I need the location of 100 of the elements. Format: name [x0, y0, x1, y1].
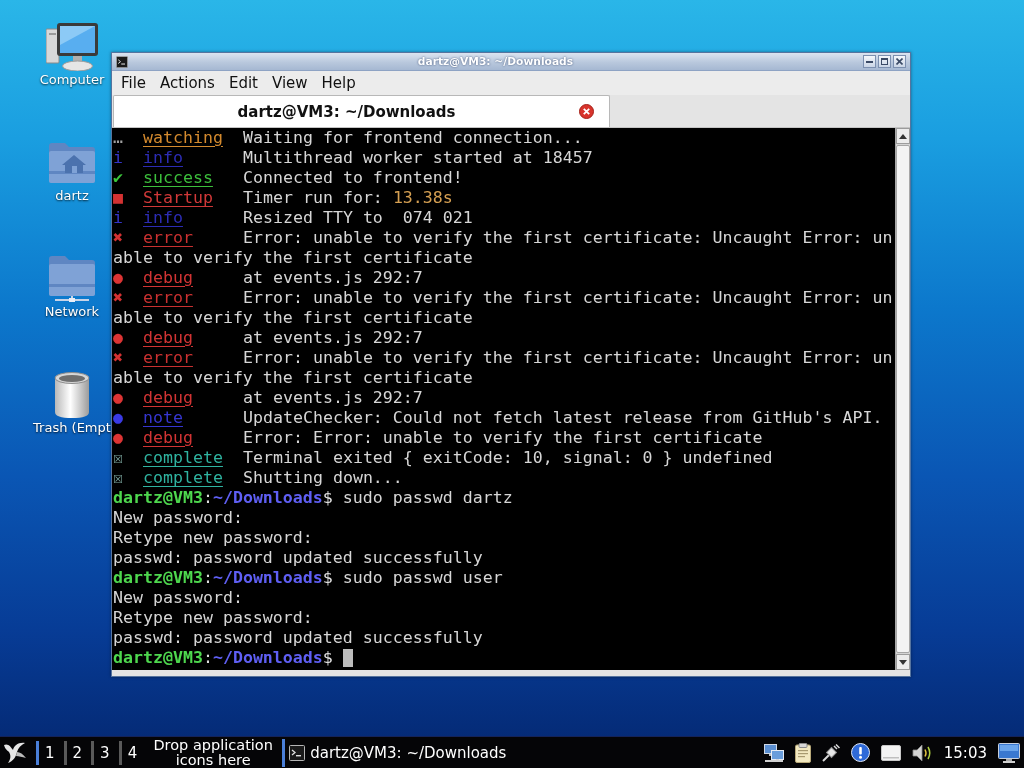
desktop-icon-label[interactable]: Network: [44, 304, 100, 320]
speaker-icon[interactable]: [911, 743, 932, 762]
log-tag: info: [143, 208, 183, 228]
prompt-separator: :: [202, 488, 213, 508]
monitor-icon[interactable]: [998, 742, 1020, 763]
task-button[interactable]: dartz@VM3: ~/Downloads: [282, 738, 511, 767]
output-text: Retype new password:: [113, 608, 313, 628]
dot-icon: ●: [113, 269, 123, 287]
output-text: able to verify the first certificate: [113, 308, 473, 328]
menu-item[interactable]: Help: [314, 73, 363, 93]
output-text: New password:: [113, 588, 243, 608]
prompt-path: ~/Downloads: [212, 648, 323, 668]
log-tag: debug: [143, 268, 193, 288]
launcher-hint: Drop application icons here: [152, 737, 274, 768]
output-text: passwd: password updated successfully: [113, 548, 483, 568]
log-tag: success: [143, 168, 213, 188]
log-tag: info: [143, 148, 183, 168]
prompt-separator: :: [202, 568, 213, 588]
log-message: Error: unable to verify the first certificate: Uncaught Error: un: [243, 288, 893, 308]
terminal-icon: [116, 55, 128, 68]
log-message: Terminal exited { exitCode: 10, signal: 0 } undefined: [243, 448, 773, 468]
info-icon: i: [113, 149, 123, 167]
output-text: Retype new password:: [113, 528, 313, 548]
log-message: Error: unable to verify the first certificate: Uncaught Error: un: [243, 348, 893, 368]
log-message: Error: Error: unable to verify the first certificate: [243, 428, 763, 448]
prompt-symbol: $: [322, 648, 333, 668]
menu-item[interactable]: View: [264, 73, 315, 93]
log-message: at events.js 292:7: [243, 268, 423, 288]
terminal-output[interactable]: [112, 128, 895, 670]
network-folder-icon[interactable]: [49, 256, 95, 302]
prompt-symbol: $: [322, 568, 333, 588]
menu-item[interactable]: File: [114, 73, 154, 93]
minimize-button[interactable]: [863, 55, 876, 68]
prompt-symbol: $: [322, 488, 333, 508]
maximize-button[interactable]: [878, 55, 891, 68]
trash-can-icon[interactable]: [54, 372, 90, 418]
network-icon[interactable]: [763, 743, 784, 762]
terminal-tab[interactable]: dartz@VM3: ~/Downloads: [113, 95, 610, 127]
alert-icon[interactable]: [850, 743, 870, 762]
log-tag: debug: [143, 328, 193, 348]
scroll-down-button[interactable]: [896, 654, 910, 670]
dot-icon: ●: [113, 429, 123, 447]
check-icon: ✔: [113, 169, 123, 187]
menu-item[interactable]: Actions: [153, 73, 222, 93]
prompt-user-host: dartz@VM3: [113, 648, 203, 668]
output-text: passwd: password updated successfully: [113, 628, 483, 648]
maximize-icon: [881, 58, 888, 65]
tab-title: dartz@VM3: ~/Downloads: [236, 102, 457, 121]
dot-icon: ●: [113, 389, 123, 407]
command-text: sudo passwd user: [342, 568, 503, 588]
window-title: dartz@VM3: ~/Downloads: [416, 55, 575, 68]
log-tag: complete: [143, 468, 223, 488]
command-text: sudo passwd dartz: [342, 488, 513, 508]
square-icon: ■: [113, 189, 123, 207]
close-button[interactable]: [893, 55, 906, 68]
log-tag: Startup: [143, 188, 213, 208]
log-message: Multithread worker started at 18457: [243, 148, 593, 168]
log-tag: error: [143, 348, 193, 368]
log-message: Shutting down...: [243, 468, 403, 488]
clipboard-icon[interactable]: [794, 742, 811, 763]
menu-item[interactable]: Edit: [221, 73, 265, 93]
log-message: Timer run for:: [243, 188, 383, 208]
workspace-button[interactable]: 1: [36, 740, 64, 765]
log-tag: debug: [143, 428, 193, 448]
cross-icon: ✖: [113, 349, 123, 367]
ellipsis-icon: …: [113, 129, 123, 147]
log-tag: error: [143, 228, 193, 248]
caret-up-icon: [899, 133, 907, 139]
clock[interactable]: 15:03: [943, 743, 987, 762]
cross-icon: ✖: [113, 289, 123, 307]
output-text: able to verify the first certificate: [113, 248, 473, 268]
close-icon: [896, 58, 903, 65]
log-message: Resized TTY to 074 021: [243, 208, 473, 228]
plug-icon[interactable]: [821, 743, 840, 762]
terminal-icon: [289, 744, 306, 761]
prompt-user-host: dartz@VM3: [113, 488, 203, 508]
prompt-user-host: dartz@VM3: [113, 568, 203, 588]
drive-icon[interactable]: [880, 744, 901, 761]
desktop-icon-label[interactable]: Trash (Empt: [33, 420, 111, 436]
workspace-button[interactable]: 2: [63, 740, 92, 765]
log-message: at events.js 292:7: [243, 388, 423, 408]
log-tag: debug: [143, 388, 193, 408]
minimize-icon: [866, 60, 873, 63]
workspace-button[interactable]: 4: [118, 740, 147, 765]
workspace-button[interactable]: 3: [91, 740, 119, 765]
computer-icon[interactable]: [46, 23, 98, 71]
bird-icon[interactable]: [3, 741, 27, 764]
close-icon[interactable]: [579, 104, 594, 119]
output-text: New password:: [113, 508, 243, 528]
caret-down-icon: [899, 659, 907, 665]
log-message: Waiting for frontend connection...: [243, 128, 583, 148]
prompt-path: ~/Downloads: [212, 568, 323, 588]
boxed-x-icon: ☒: [113, 449, 123, 467]
dot-icon: ●: [113, 409, 123, 427]
boxed-x-icon: ☒: [113, 469, 123, 487]
log-tag: watching: [143, 128, 223, 148]
log-value: 13.38s: [392, 188, 453, 208]
scroll-up-button[interactable]: [896, 128, 910, 144]
cross-icon: ✖: [113, 229, 123, 247]
log-tag: note: [143, 408, 183, 428]
